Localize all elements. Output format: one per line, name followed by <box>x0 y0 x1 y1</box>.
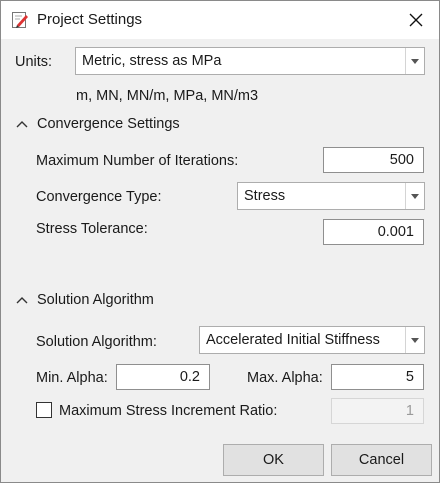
units-summary: m, MN, MN/m, MPa, MN/m3 <box>76 88 259 104</box>
close-button[interactable] <box>393 1 439 39</box>
cancel-button[interactable]: Cancel <box>331 444 432 476</box>
min-alpha-label: Min. Alpha: <box>36 370 108 386</box>
app-pencil-icon <box>11 11 29 29</box>
max-iterations-label: Maximum Number of Iterations: <box>36 153 239 169</box>
max-stress-ratio-label: Maximum Stress Increment Ratio: <box>59 403 278 419</box>
solution-section-header[interactable]: Solution Algorithm <box>15 292 154 308</box>
solution-algorithm-label: Solution Algorithm: <box>36 334 157 350</box>
close-icon <box>409 13 423 27</box>
solution-algorithm-selected: Accelerated Initial Stiffness <box>206 332 380 348</box>
max-stress-ratio-checkbox[interactable] <box>36 402 52 418</box>
convergence-type-dropdown[interactable]: Stress <box>237 182 425 210</box>
chevron-down-icon <box>405 48 424 74</box>
max-alpha-input[interactable]: 5 <box>331 364 424 390</box>
title-bar: Project Settings <box>1 1 439 39</box>
solution-section-title: Solution Algorithm <box>37 292 154 308</box>
max-stress-ratio-input[interactable]: 1 <box>331 398 424 424</box>
convergence-section-title: Convergence Settings <box>37 116 180 132</box>
units-dropdown[interactable]: Metric, stress as MPa <box>75 47 425 75</box>
stress-tolerance-label: Stress Tolerance: <box>36 221 148 237</box>
units-selected: Metric, stress as MPa <box>82 53 222 69</box>
window-title: Project Settings <box>37 11 143 28</box>
solution-algorithm-dropdown[interactable]: Accelerated Initial Stiffness <box>199 326 425 354</box>
max-iterations-input[interactable]: 500 <box>323 147 424 173</box>
ok-button[interactable]: OK <box>223 444 324 476</box>
convergence-type-selected: Stress <box>244 188 286 204</box>
collapse-caret-icon <box>16 297 28 304</box>
units-label: Units: <box>15 54 53 70</box>
collapse-caret-icon <box>16 121 28 128</box>
chevron-down-icon <box>405 327 424 353</box>
project-settings-dialog: Project Settings Units: Metric, stress a… <box>0 0 440 483</box>
chevron-down-icon <box>405 183 424 209</box>
min-alpha-input[interactable]: 0.2 <box>116 364 210 390</box>
convergence-section-header[interactable]: Convergence Settings <box>15 116 180 132</box>
convergence-type-label: Convergence Type: <box>36 189 162 205</box>
max-alpha-label: Max. Alpha: <box>247 370 323 386</box>
stress-tolerance-input[interactable]: 0.001 <box>323 219 424 245</box>
